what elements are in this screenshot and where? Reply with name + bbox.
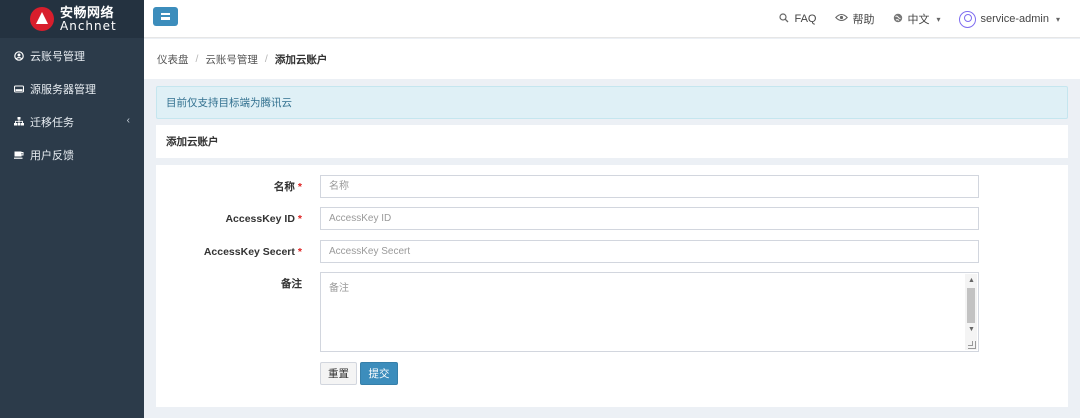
name-label: 名称 * bbox=[273, 181, 302, 193]
caret-down-icon: ▾ bbox=[1055, 14, 1060, 24]
language-label: 中文 bbox=[907, 14, 930, 26]
chevron-left-icon[interactable]: ‹ bbox=[127, 115, 130, 126]
hdd-icon bbox=[13, 84, 25, 94]
search-icon bbox=[779, 12, 789, 26]
remark-textarea-wrapper: ▲ ▼ bbox=[320, 272, 979, 352]
sidebar-item-label: 源服务器管理 bbox=[30, 83, 96, 96]
sidebar-item-migration-tasks[interactable]: 迁移任务 ‹ bbox=[0, 105, 144, 138]
user-menu-dropdown[interactable]: service-admin ▾ bbox=[958, 10, 1060, 28]
resize-grip-icon[interactable] bbox=[968, 341, 976, 349]
help-link[interactable]: 帮助 bbox=[834, 11, 875, 27]
scroll-thumb[interactable] bbox=[967, 288, 975, 323]
sidebar-item-label: 迁移任务 bbox=[30, 116, 74, 129]
brand-name-en: Anchnet bbox=[60, 18, 117, 33]
access-key-id-input[interactable] bbox=[320, 207, 979, 230]
hamburger-menu-icon bbox=[161, 13, 170, 20]
brand-name-cn: 安畅网络 bbox=[60, 4, 115, 20]
submit-button[interactable]: 提交 bbox=[360, 362, 398, 385]
reset-button[interactable]: 重置 bbox=[320, 362, 357, 385]
textarea-scrollbar[interactable]: ▲ ▼ bbox=[965, 274, 977, 350]
user-avatar-icon bbox=[958, 10, 976, 28]
user-circle-icon bbox=[13, 50, 25, 61]
remark-textarea[interactable] bbox=[321, 273, 978, 351]
top-navbar: FAQ 帮助 中文 ▾ service-admin ▾ bbox=[144, 0, 1080, 38]
access-key-secret-input[interactable] bbox=[320, 240, 979, 263]
sidebar-toggle-button[interactable] bbox=[153, 7, 178, 26]
coffee-icon bbox=[13, 150, 25, 160]
info-alert-text: 目前仅支持目标端为腾讯云 bbox=[166, 97, 292, 109]
scroll-up-arrow-icon[interactable]: ▲ bbox=[968, 277, 975, 284]
add-cloud-account-form: 名称* AccessKey ID* AccessKey Secert* 备注 ▲… bbox=[156, 165, 1068, 407]
form-row-name: 名称 * bbox=[156, 175, 1068, 198]
access-key-id-label: AccessKey ID * bbox=[225, 212, 302, 225]
form-row-access-key-secret: AccessKey Secert * bbox=[156, 240, 1068, 263]
required-asterisk: * bbox=[297, 181, 302, 193]
required-asterisk: * bbox=[297, 212, 302, 225]
help-label: 帮助 bbox=[852, 14, 875, 26]
anchnet-logo-icon bbox=[30, 7, 54, 31]
required-asterisk: * bbox=[297, 245, 302, 258]
form-row-access-key-id: AccessKey ID * bbox=[156, 207, 1068, 230]
sidebar-item-user-feedback[interactable]: 用户反馈 bbox=[0, 138, 144, 171]
sidebar-item-cloud-accounts[interactable]: 云账号管理 bbox=[0, 39, 144, 72]
name-input[interactable] bbox=[320, 175, 979, 198]
sidebar-item-label: 云账号管理 bbox=[30, 50, 85, 63]
sitemap-icon bbox=[13, 117, 25, 127]
breadcrumb-item-dashboard[interactable]: 仪表盘 bbox=[157, 52, 189, 67]
user-label: service-admin bbox=[980, 13, 1049, 25]
scroll-down-arrow-icon[interactable]: ▼ bbox=[968, 326, 975, 333]
caret-down-icon: ▾ bbox=[936, 14, 941, 24]
brand-logo[interactable]: 安畅网络 Anchnet bbox=[0, 0, 144, 38]
breadcrumb-item-cloud-accounts[interactable]: 云账号管理 bbox=[205, 52, 258, 67]
remark-label: 备注 bbox=[281, 277, 302, 290]
info-alert: 目前仅支持目标端为腾讯云 bbox=[156, 86, 1068, 119]
eye-icon bbox=[834, 13, 848, 25]
language-dropdown[interactable]: 中文 ▾ bbox=[893, 11, 941, 27]
breadcrumb-item-current: 添加云账户 bbox=[274, 53, 328, 66]
globe-icon bbox=[893, 13, 903, 26]
panel-title: 添加云账户 bbox=[156, 125, 1068, 158]
sidebar-item-label: 用户反馈 bbox=[30, 149, 74, 162]
faq-label: FAQ bbox=[794, 13, 817, 25]
faq-link[interactable]: FAQ bbox=[779, 12, 817, 26]
breadcrumb: 仪表盘 / 云账号管理 / 添加云账户 bbox=[144, 39, 1080, 79]
sidebar: 安畅网络 Anchnet 云账号管理 源服务器管理 迁移任务 ‹ 用户反馈 bbox=[0, 0, 144, 418]
access-key-secret-label: AccessKey Secert * bbox=[203, 245, 302, 258]
sidebar-item-source-servers[interactable]: 源服务器管理 bbox=[0, 72, 144, 105]
